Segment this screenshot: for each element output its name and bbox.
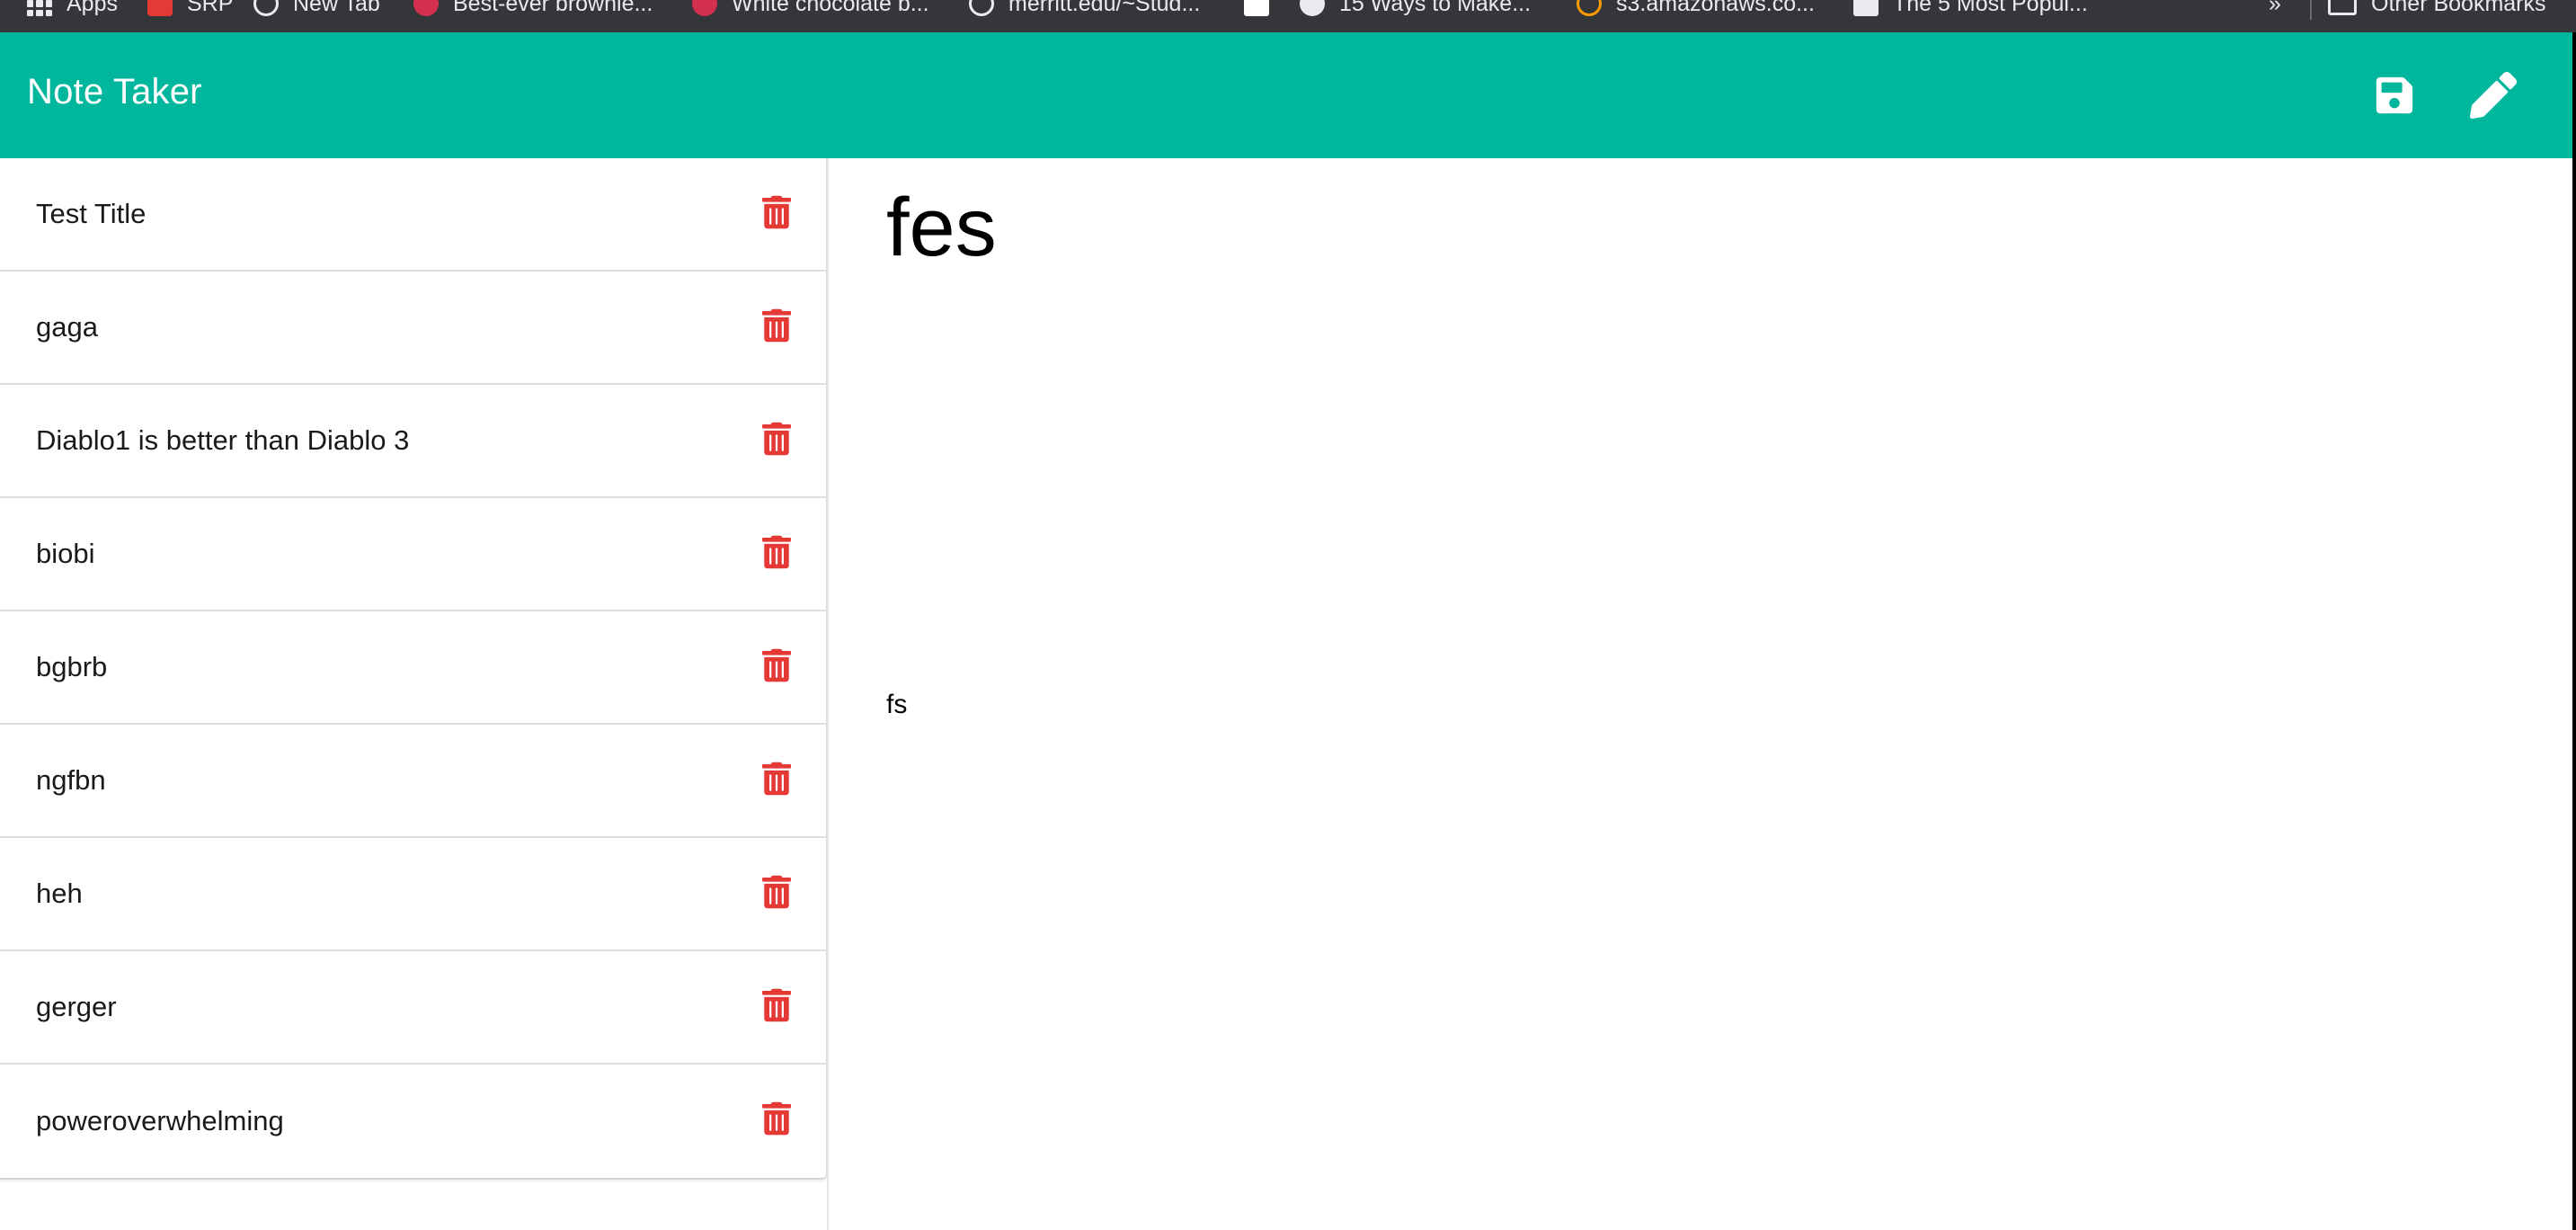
trash-icon bbox=[762, 535, 791, 569]
delete-note-button[interactable] bbox=[760, 419, 793, 459]
note-list-item[interactable]: heh bbox=[0, 838, 826, 951]
folder-icon bbox=[2328, 0, 2357, 15]
delete-note-button[interactable] bbox=[760, 306, 793, 345]
trash-icon bbox=[762, 875, 791, 909]
delete-note-button[interactable] bbox=[760, 759, 793, 798]
delete-note-button[interactable] bbox=[760, 192, 793, 232]
globe-icon bbox=[969, 0, 994, 16]
note-editor bbox=[829, 158, 2572, 1230]
bookmark-white-chocolate[interactable]: White chocolate b... bbox=[692, 0, 929, 20]
note-list-item[interactable]: bgbrb bbox=[0, 611, 826, 725]
bookmark-other-bookmarks[interactable]: Other Bookmarks bbox=[2328, 0, 2546, 20]
bookmark-merritt[interactable]: merritt.edu/~Stud... bbox=[969, 0, 1200, 20]
bookmark-brownie[interactable]: Best-ever brownie... bbox=[413, 0, 653, 20]
note-list-item[interactable]: ngfbn bbox=[0, 725, 826, 838]
trash-icon bbox=[762, 422, 791, 456]
save-icon bbox=[2376, 76, 2413, 114]
delete-note-button[interactable] bbox=[760, 985, 793, 1025]
letter-l-favicon bbox=[1853, 0, 1879, 16]
note-list-item[interactable]: gaga bbox=[0, 272, 826, 385]
note-list-item[interactable]: biobi bbox=[0, 498, 826, 611]
bookmark-document[interactable] bbox=[1244, 0, 1269, 20]
trash-icon bbox=[762, 1101, 791, 1136]
note-list-item[interactable]: poweroverwhelming bbox=[0, 1065, 826, 1178]
app-header: Note Taker bbox=[0, 32, 2572, 158]
trash-icon bbox=[762, 308, 791, 343]
chevron-double-right-icon: » bbox=[2269, 0, 2281, 16]
notes-sidebar: Test Title gaga Diablo1 is better than D… bbox=[0, 158, 829, 1230]
window-edge bbox=[2572, 32, 2576, 1230]
amazon-favicon bbox=[1577, 0, 1602, 16]
note-list: Test Title gaga Diablo1 is better than D… bbox=[0, 158, 827, 1180]
bookmark-label: White chocolate b... bbox=[732, 0, 929, 16]
pencil-icon bbox=[2470, 72, 2517, 119]
apps-grid-icon bbox=[27, 0, 52, 16]
note-list-item-title: gerger bbox=[36, 991, 117, 1022]
note-list-item-title: heh bbox=[36, 878, 83, 909]
srp-favicon bbox=[147, 0, 173, 16]
note-list-item-title: ngfbn bbox=[36, 764, 106, 796]
note-text-input[interactable] bbox=[884, 300, 2502, 1110]
note-list-item-title: bgbrb bbox=[36, 651, 108, 682]
bookmark-15-ways[interactable]: 15 Ways to Make... bbox=[1300, 0, 1531, 20]
note-list-item-title: poweroverwhelming bbox=[36, 1105, 284, 1136]
note-list-item[interactable]: Test Title bbox=[0, 158, 826, 272]
bookmark-label: merritt.edu/~Stud... bbox=[1008, 0, 1201, 16]
trash-icon bbox=[762, 988, 791, 1022]
bookmarks-divider bbox=[2310, 0, 2312, 20]
note-list-item-title: biobi bbox=[36, 538, 95, 569]
bookmark-s3[interactable]: s3.amazonaws.co... bbox=[1577, 0, 1815, 20]
note-list-item-title: gaga bbox=[36, 311, 98, 343]
bookmark-label: Other Bookmarks bbox=[2371, 0, 2546, 16]
bookmark-label: s3.amazonaws.co... bbox=[1616, 0, 1815, 16]
bookmarks-bar: Apps SRP New Tab Best-ever brownie... Wh… bbox=[0, 0, 2576, 32]
bookmarks-overflow-button[interactable]: » bbox=[2269, 0, 2281, 20]
recipe-favicon bbox=[413, 0, 439, 16]
globe-icon bbox=[253, 0, 279, 16]
delete-note-button[interactable] bbox=[760, 872, 793, 912]
recipe-favicon bbox=[692, 0, 717, 16]
person-favicon bbox=[1300, 0, 1325, 16]
bookmark-label: SRP bbox=[187, 0, 234, 16]
note-list-item-title: Test Title bbox=[36, 198, 147, 229]
bookmark-5-most-popular[interactable]: The 5 Most Popul... bbox=[1853, 0, 2088, 20]
note-list-item[interactable]: Diablo1 is better than Diablo 3 bbox=[0, 385, 826, 498]
trash-icon bbox=[762, 648, 791, 682]
bookmark-label: Best-ever brownie... bbox=[453, 0, 653, 16]
delete-note-button[interactable] bbox=[760, 532, 793, 572]
bookmark-srp[interactable]: SRP bbox=[147, 0, 233, 20]
trash-icon bbox=[762, 195, 791, 229]
bookmark-apps[interactable]: Apps bbox=[27, 0, 118, 20]
bookmark-label: The 5 Most Popul... bbox=[1893, 0, 2088, 16]
app-title[interactable]: Note Taker bbox=[27, 72, 202, 112]
bookmark-label: 15 Ways to Make... bbox=[1339, 0, 1532, 16]
delete-note-button[interactable] bbox=[760, 1099, 793, 1138]
trash-icon bbox=[762, 762, 791, 796]
bookmark-label: New Tab bbox=[293, 0, 380, 16]
new-note-button[interactable] bbox=[2466, 68, 2520, 122]
save-note-button[interactable] bbox=[2367, 68, 2421, 122]
note-list-item[interactable]: gerger bbox=[0, 951, 826, 1065]
note-title-input[interactable] bbox=[883, 178, 2500, 277]
note-list-item-title: Diablo1 is better than Diablo 3 bbox=[36, 424, 410, 456]
delete-note-button[interactable] bbox=[760, 646, 793, 685]
bookmark-new-tab[interactable]: New Tab bbox=[253, 0, 380, 20]
document-favicon bbox=[1244, 0, 1269, 16]
bookmark-label: Apps bbox=[67, 0, 118, 16]
